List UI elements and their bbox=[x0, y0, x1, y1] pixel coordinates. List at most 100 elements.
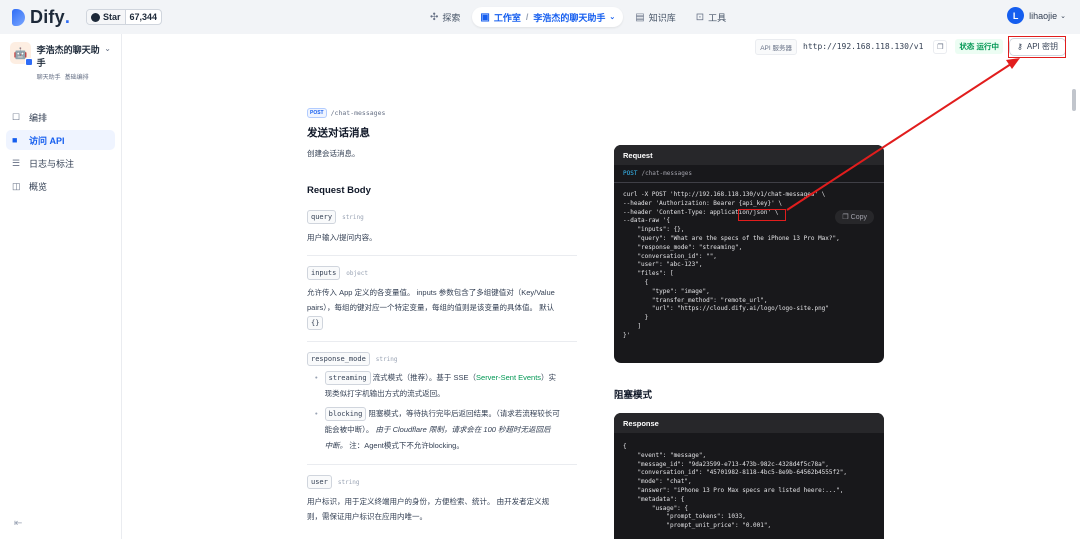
param-name: response_mode bbox=[307, 352, 370, 366]
sidebar: 🤖 李浩杰的聊天助手 聊天助手 基础编排 ⌄ ☐ 编排 ■ 访问 API ☰ 日志与标注… bbox=[0, 34, 122, 539]
highlight-box-api-key bbox=[738, 209, 786, 221]
param-name: user bbox=[307, 475, 332, 489]
param-desc: 允许传入 App 定义的各变量值。 inputs 参数包含了多组键值对（Key/… bbox=[307, 285, 577, 331]
request-code-panel: Request POST/chat-messages curl -X POST … bbox=[614, 145, 884, 363]
param-query: query string bbox=[307, 210, 577, 224]
param-desc: 用户输入/提问内容。 bbox=[307, 233, 377, 242]
chevron-down-icon: ⌄ bbox=[104, 44, 111, 53]
param-user: user string bbox=[307, 475, 577, 489]
chevron-down-icon: ⌄ bbox=[1060, 12, 1066, 20]
app-type: 聊天助手 bbox=[36, 75, 61, 81]
copy-button[interactable]: ❐ Copy bbox=[835, 210, 874, 224]
app-mode: 基础编排 bbox=[64, 75, 89, 81]
nav-explore[interactable]: ✣ 探索 bbox=[422, 7, 468, 27]
edit-icon: ☐ bbox=[12, 111, 21, 122]
sidebar-item-label: 编排 bbox=[29, 112, 48, 123]
nav-studio-label: 工作室 bbox=[493, 12, 521, 23]
sidebar-item-label: 概览 bbox=[29, 181, 48, 192]
param-desc-line: 用户标识，用于定义终端用户的身份，方便检索、统计。 由开发者定义规 bbox=[307, 497, 550, 506]
enum-desc: 阻塞模式，等待执行完毕后返回结果。（请求若流程较长可 bbox=[368, 409, 560, 418]
divider bbox=[307, 255, 577, 256]
enum-value: blocking bbox=[324, 407, 367, 421]
enum-desc: 由于 Cloudflare 限制，请求会在 100 秒超时无返回后 bbox=[375, 425, 551, 434]
param-name: query bbox=[307, 210, 337, 224]
request-code: curl -X POST 'http://192.168.118.130/v1/… bbox=[623, 191, 840, 339]
top-bar: Dify. Star 67,344 ✣ 探索 ▣ 工作室 / 李浩杰的聊天助手 ⌄ ▤ 知识… bbox=[0, 0, 1080, 34]
sidebar-item-logs[interactable]: ☰ 日志与标注 bbox=[6, 153, 115, 173]
sidebar-nav: ☐ 编排 ■ 访问 API ☰ 日志与标注 ◫ 概览 bbox=[0, 107, 121, 196]
collapse-sidebar-icon[interactable]: ⇤ bbox=[14, 518, 22, 529]
user-name: lihaojie bbox=[1029, 10, 1058, 21]
param-type: object bbox=[346, 269, 368, 277]
file-list-icon: ☰ bbox=[12, 157, 21, 168]
param-desc-line: pairs），每组的键对应一个特定变量，每组的值则是该变量的具体值。 默认 bbox=[307, 303, 555, 312]
nav-studio[interactable]: ▣ 工作室 / 李浩杰的聊天助手 ⌄ bbox=[472, 7, 624, 27]
param-inputs: inputs object bbox=[307, 266, 577, 280]
endpoint-title: 发送对话消息 bbox=[307, 127, 370, 139]
param-desc-line: 允许传入 App 定义的各变量值。 inputs 参数包含了多组键值对（Key/… bbox=[307, 288, 555, 297]
sidebar-item-orchestrate[interactable]: ☐ 编排 bbox=[6, 107, 115, 127]
param-response-mode: response_mode string bbox=[307, 352, 577, 366]
nav-explore-label: 探索 bbox=[442, 12, 461, 23]
app-subtitle: 聊天助手 基础编排 bbox=[37, 72, 105, 81]
enum-value: streaming bbox=[324, 371, 371, 385]
copy-icon: ❐ bbox=[842, 214, 851, 221]
enum-desc: 流式模式（推荐）。基于 SSE（ bbox=[372, 373, 477, 382]
sidebar-item-overview[interactable]: ◫ 概览 bbox=[6, 176, 115, 196]
param-type: string bbox=[337, 478, 360, 486]
response-code: { "event": "message", "message_id": "9da… bbox=[623, 443, 847, 530]
github-star-button[interactable]: Star 67,344 bbox=[86, 9, 163, 25]
enum-desc: 中断。 bbox=[324, 441, 348, 450]
copy-label: Copy bbox=[850, 214, 867, 221]
api-server-url: http://192.168.118.130/v1 bbox=[803, 42, 924, 51]
github-icon bbox=[91, 12, 101, 22]
nav-knowledge-label: 知识库 bbox=[648, 12, 676, 23]
api-doc: POST /chat-messages 发送对话消息 创建会话消息。 Reque… bbox=[307, 108, 577, 524]
copy-icon[interactable]: ❐ bbox=[933, 39, 948, 54]
nav-tools[interactable]: ⊡ 工具 bbox=[688, 7, 734, 27]
enum-desc: 能会被中断）。 bbox=[324, 425, 374, 434]
app-switcher[interactable]: 🤖 李浩杰的聊天助手 聊天助手 基础编排 ⌄ bbox=[0, 34, 121, 89]
terminal-icon: ■ bbox=[12, 135, 18, 145]
nav-tools-label: 工具 bbox=[708, 12, 727, 23]
default-value: {} bbox=[307, 316, 324, 330]
response-code-panel: Response { "event": "message", "message_… bbox=[614, 413, 884, 539]
compass-icon: ✣ bbox=[430, 11, 439, 23]
panel-title: Request bbox=[614, 145, 884, 165]
status-badge: 状态 运行中 bbox=[955, 39, 1004, 54]
param-desc: 用户标识，用于定义终端用户的身份，方便检索、统计。 由开发者定义规 则，需保证用… bbox=[307, 494, 577, 524]
sidebar-item-api[interactable]: ■ 访问 API bbox=[6, 130, 115, 150]
divider bbox=[307, 464, 577, 465]
studio-icon: ▣ bbox=[480, 11, 490, 23]
sidebar-item-label: 访问 API bbox=[29, 135, 65, 146]
nav-app-label: 李浩杰的聊天助手 bbox=[533, 12, 606, 23]
dify-logo-mark bbox=[12, 8, 25, 26]
param-desc-line: 则，需保证用户标识在应用内唯一。 bbox=[307, 512, 427, 521]
github-star-label: Star bbox=[103, 12, 121, 22]
main-nav: ✣ 探索 ▣ 工作室 / 李浩杰的聊天助手 ⌄ ▤ 知识库 ⊡ 工具 bbox=[422, 7, 738, 27]
list-item: • blocking 阻塞模式，等待执行完毕后返回结果。（请求若流程较长可 能会… bbox=[315, 407, 560, 450]
nav-knowledge[interactable]: ▤ 知识库 bbox=[627, 7, 683, 27]
chevron-down-icon: ⌄ bbox=[609, 14, 616, 21]
sse-link[interactable]: Server-Sent Events bbox=[476, 373, 541, 382]
sidebar-item-label: 日志与标注 bbox=[29, 158, 75, 169]
app-name: 李浩杰的聊天助手 bbox=[36, 45, 100, 68]
api-server-label: API 服务器 bbox=[755, 38, 797, 55]
divider bbox=[307, 341, 577, 342]
param-type: string bbox=[375, 355, 398, 363]
chat-badge-icon bbox=[24, 58, 33, 66]
brand-name: Dify bbox=[30, 6, 65, 27]
nav-separator: / bbox=[525, 12, 529, 22]
enum-desc: 注：Agent模式下不允许blocking。 bbox=[349, 441, 464, 450]
param-name: inputs bbox=[307, 266, 341, 280]
user-menu[interactable]: L lihaojie ⌄ bbox=[1007, 7, 1066, 24]
method-badge: POST bbox=[307, 108, 327, 118]
list-item: • streaming 流式模式（推荐）。基于 SSE（Server-Sent … bbox=[315, 371, 557, 398]
book-icon: ▤ bbox=[635, 11, 645, 23]
method-label: POST bbox=[623, 170, 638, 177]
scrollbar-thumb[interactable] bbox=[1072, 89, 1076, 111]
avatar: L bbox=[1007, 7, 1025, 24]
chart-icon: ◫ bbox=[12, 180, 21, 191]
highlight-box-api-key-button bbox=[1008, 36, 1066, 58]
dify-logo[interactable]: Dify. bbox=[12, 7, 70, 28]
